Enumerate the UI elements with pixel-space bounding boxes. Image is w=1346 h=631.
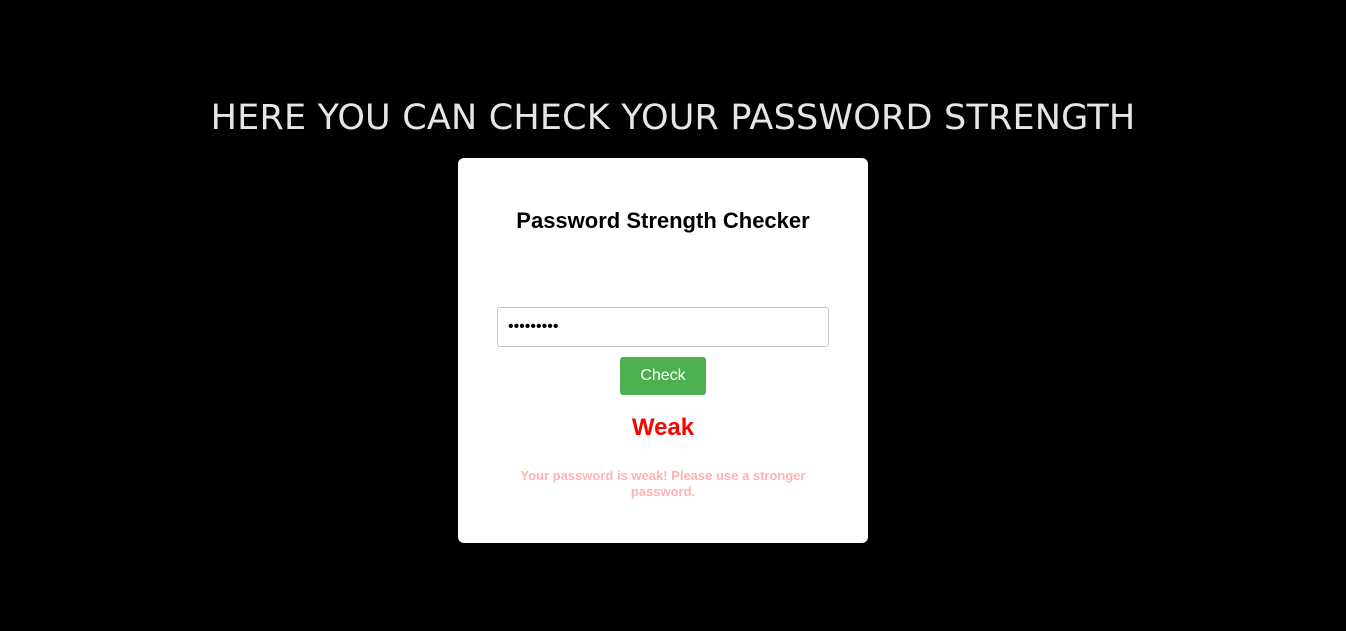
password-checker-card: Password Strength Checker Check Weak You… <box>458 158 868 543</box>
password-input[interactable] <box>497 307 829 347</box>
strength-label: Weak <box>631 414 695 441</box>
strength-message: Your password is weak! Please use a stro… <box>520 468 806 499</box>
check-button[interactable]: Check <box>620 357 706 395</box>
checker-title: Password Strength Checker <box>516 208 810 233</box>
page-heading: HERE YOU CAN CHECK YOUR PASSWORD STRENGT… <box>210 98 1136 138</box>
